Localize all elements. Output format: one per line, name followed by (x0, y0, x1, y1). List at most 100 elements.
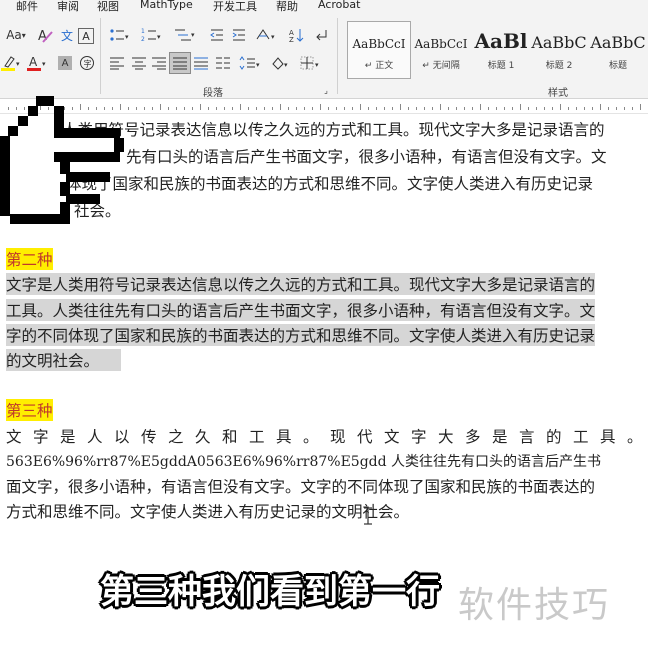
ruler-tick (400, 104, 401, 110)
ruler-tick (560, 104, 561, 110)
line-spacing-icon[interactable]: ▾ (236, 54, 262, 72)
svg-text:Z: Z (289, 36, 294, 43)
align-left-icon[interactable] (108, 54, 126, 72)
ruler-tick (256, 107, 257, 110)
char-shading-icon[interactable]: A (58, 56, 72, 70)
ruler-tick (384, 107, 385, 110)
style-heading-1[interactable]: AaBl 标题 1 (470, 22, 532, 78)
ruler-tick (472, 107, 473, 110)
svg-text:▾: ▾ (42, 60, 46, 68)
text-cursor-icon (364, 507, 372, 525)
menu-mathtype[interactable]: MathType (140, 0, 193, 11)
ruler-tick (200, 104, 201, 110)
svg-text:▾: ▾ (271, 33, 275, 41)
ruler-tick (464, 107, 465, 110)
style-heading-2[interactable]: AaBbC 标题 2 (528, 22, 590, 78)
ruler-tick (296, 107, 297, 110)
ruler-tick (376, 107, 377, 110)
ruler-tick (288, 107, 289, 110)
ruler-tick (312, 107, 313, 110)
style-no-spacing[interactable]: AaBbCcI ↵ 无间隔 (410, 22, 472, 78)
style-title[interactable]: AaBbC 标题 (587, 22, 648, 78)
ruler-tick (608, 107, 609, 110)
para3-line2: 563E6%96%rr87%E5gddA0563E6%96%rr87%E5gdd… (6, 454, 602, 470)
ruler-tick (440, 104, 441, 110)
style-normal[interactable]: AaBbCcI ↵ 正文 (347, 21, 411, 79)
ruler-tick (184, 107, 185, 110)
svg-text:▾: ▾ (16, 60, 20, 68)
ruler-tick (576, 107, 577, 110)
ruler-tick (496, 107, 497, 110)
ruler-tick (408, 107, 409, 110)
heading-second-method: 第二种 (6, 248, 53, 270)
ruler-tick (328, 107, 329, 110)
para2-line1: 文字是人类用符号记录表达信息以传之久远的方式和工具。现代文字大多是记录语言的 (6, 273, 596, 295)
show-marks-icon[interactable] (312, 26, 330, 44)
ruler-tick (584, 107, 585, 110)
phonetic-guide-icon[interactable]: 文 (58, 26, 76, 44)
ruler-tick (392, 107, 393, 110)
change-case-button[interactable]: Aa ▾ (3, 26, 29, 44)
ruler-tick (160, 104, 161, 110)
sort-icon[interactable]: AZ (288, 26, 306, 44)
svg-text:▾: ▾ (284, 61, 288, 69)
ruler-tick (144, 107, 145, 110)
decrease-indent-icon[interactable] (208, 26, 226, 44)
svg-text:字: 字 (84, 59, 92, 69)
ruler-tick (512, 107, 513, 110)
ruler-tick (536, 107, 537, 110)
shading-icon[interactable]: ▾ (268, 54, 292, 72)
ruler-tick (520, 104, 521, 110)
para3-line4: 方式和思维不同。文字使人类进入有历史记录的文明社会。 (6, 503, 410, 521)
font-color-button[interactable]: A ▾ (26, 54, 48, 72)
ruler-tick (248, 107, 249, 110)
justify-icon[interactable] (169, 52, 191, 74)
columns-icon[interactable] (214, 54, 232, 72)
ruler-tick (344, 107, 345, 110)
align-right-icon[interactable] (150, 54, 168, 72)
menu-acrobat[interactable]: Acrobat (318, 0, 360, 11)
video-subtitle: 第三种我们看到第一行 (100, 572, 440, 612)
align-center-icon[interactable] (130, 54, 148, 72)
borders-icon[interactable]: ▾ (298, 54, 324, 72)
enclose-char-icon[interactable]: 字 (78, 54, 96, 72)
ruler-tick (592, 107, 593, 110)
distributed-icon[interactable] (192, 54, 210, 72)
para2-line2: 工具。人类往往先有口头的语言后产生书面文字，很多小语种，有语言但没有文字。文 (6, 299, 596, 321)
bullets-icon[interactable]: ▾ (108, 26, 132, 44)
ruler-tick (224, 107, 225, 110)
clear-format-icon[interactable]: A (36, 26, 54, 44)
ruler-tick (616, 107, 617, 110)
paragraph-dialog-launcher-icon[interactable]: ⌟ (320, 84, 332, 96)
ruler-tick (368, 107, 369, 110)
char-border-icon[interactable]: A (78, 28, 94, 44)
numbering-icon[interactable]: 1 2 ▾ (140, 26, 164, 44)
svg-text:A: A (29, 55, 38, 69)
ruler-tick (272, 107, 273, 110)
paragraph-group-label: 段落 (203, 88, 223, 99)
svg-text:1: 1 (141, 28, 145, 35)
svg-text:A: A (38, 29, 47, 43)
asian-layout-icon[interactable]: ▾ (254, 26, 280, 44)
ruler-tick (456, 107, 457, 110)
ruler-tick (176, 107, 177, 110)
increase-indent-icon[interactable] (230, 26, 248, 44)
ribbon: Aa ▾ A 文 A ▾ 1 2 ▾ ▾ ▾ AZ ▾ A ▾ A 字 ▾ ▾ … (0, 12, 648, 99)
hand-pointer-icon (0, 96, 124, 224)
ruler-tick (136, 107, 137, 110)
ruler-tick (552, 107, 553, 110)
ruler-tick (424, 107, 425, 110)
ruler-tick (360, 104, 361, 110)
channel-watermark: 软件技巧 (458, 585, 611, 626)
paragraph-group-separator (337, 18, 338, 94)
svg-text:2: 2 (141, 36, 145, 43)
styles-gallery: AaBbCcI ↵ 正文 AaBbCcI ↵ 无间隔 AaBl 标题 1 AaB… (345, 21, 648, 79)
ruler-tick (504, 107, 505, 110)
multilevel-list-icon[interactable]: ▾ (172, 26, 198, 44)
ruler-tick (544, 107, 545, 110)
styles-group-label: 样式 (548, 88, 568, 99)
ruler-tick (632, 107, 633, 110)
menu-bar: 邮件 审阅 视图 MathType 开发工具 帮助 Acrobat (0, 0, 648, 13)
font-group-separator (100, 18, 101, 94)
highlight-color-button[interactable]: ▾ (0, 54, 22, 72)
